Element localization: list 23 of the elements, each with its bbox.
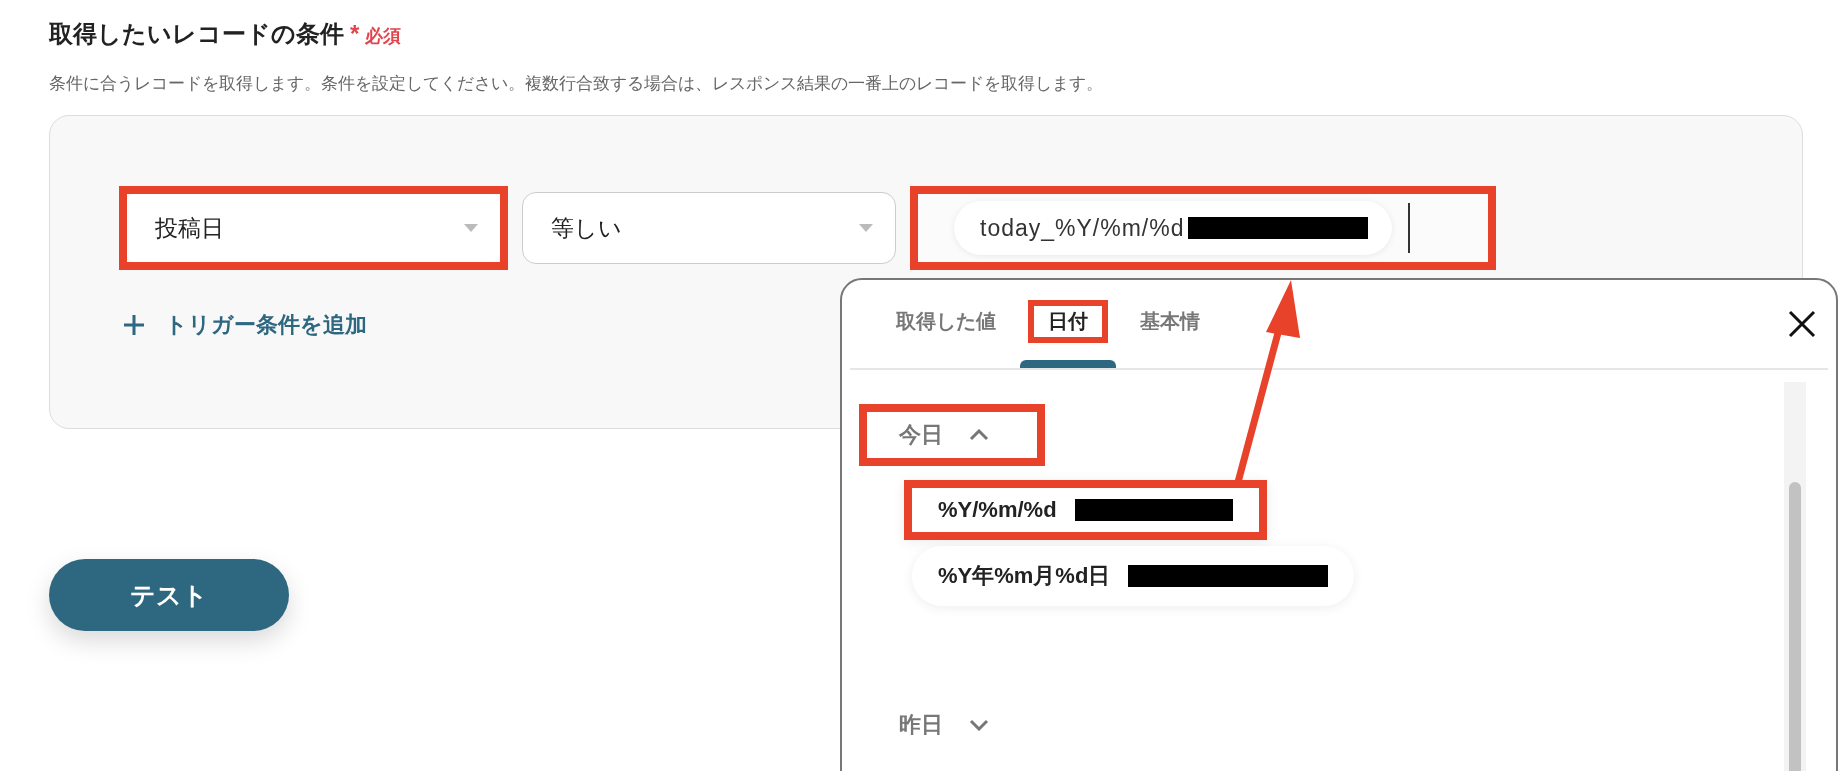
- required-mark: *: [350, 20, 360, 48]
- plus-icon: [123, 314, 145, 336]
- dropdown-field[interactable]: 等しい: [522, 192, 896, 264]
- required-label: 必須: [365, 25, 402, 48]
- picker-tab[interactable]: 取得した値: [896, 308, 996, 335]
- section-description: 条件に合うレコードを取得します。条件を設定してください。複数行合致する場合は、レスポンス結果の一番上のレコードを取得します。: [49, 73, 1104, 95]
- value-input[interactable]: today_%Y/%m/%d: [954, 201, 1392, 255]
- section-title: 取得したいレコードの条件: [49, 19, 344, 49]
- test-button[interactable]: テスト: [49, 559, 289, 631]
- group-header[interactable]: 今日: [859, 404, 1045, 466]
- chevron-up-icon: [969, 429, 989, 441]
- caret-icon: [464, 224, 478, 232]
- picker-tab[interactable]: 基本情: [1140, 308, 1200, 335]
- add-condition-link[interactable]: トリガー条件を追加: [123, 310, 367, 340]
- close-icon[interactable]: [1788, 310, 1816, 338]
- scrollbar[interactable]: [1784, 382, 1806, 771]
- group-header[interactable]: 昨日: [859, 694, 1045, 756]
- caret-icon: [859, 224, 873, 232]
- picker-tab[interactable]: 日付: [1028, 300, 1108, 343]
- date-format-item[interactable]: %Y/%m/%d: [904, 480, 1267, 540]
- dropdown-field[interactable]: 投稿日: [127, 194, 500, 262]
- chevron-down-icon: [969, 719, 989, 731]
- date-format-item[interactable]: %Y年%m月%d日: [912, 546, 1355, 606]
